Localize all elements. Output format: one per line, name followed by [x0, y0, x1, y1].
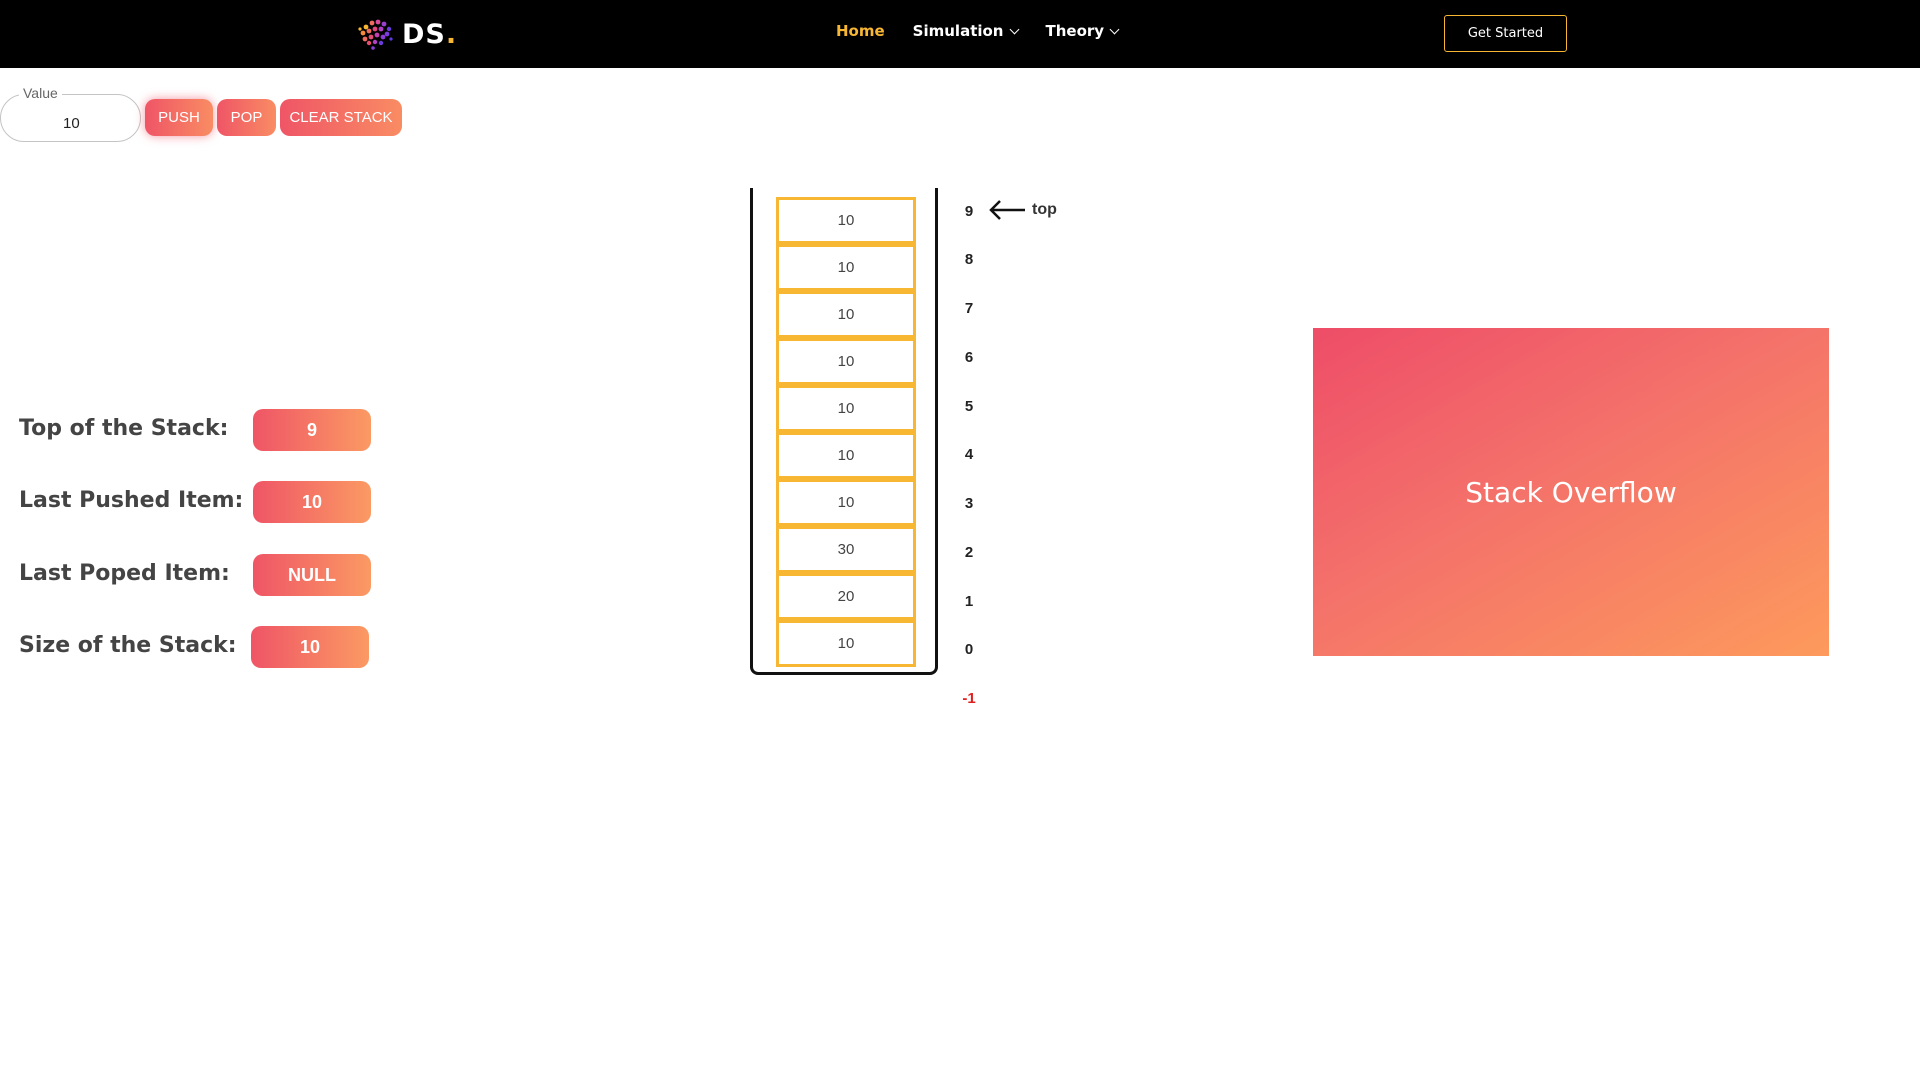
- chevron-down-icon: [1109, 24, 1120, 34]
- stack-cell: 20: [776, 573, 916, 620]
- stack-index-empty: -1: [962, 690, 976, 707]
- nav-theory-label: Theory: [1045, 22, 1105, 40]
- value-field-label: Value: [19, 85, 62, 101]
- nav-home-label: Home: [836, 22, 885, 40]
- stack-overflow-message: Stack Overflow: [1465, 475, 1677, 509]
- nav-links: Home Simulation Theory: [836, 22, 1120, 40]
- stack-cell: 10: [776, 197, 916, 244]
- stack-cell: 10: [776, 385, 916, 432]
- stack-container: 10 10 10 10 10 10 10 30 20 10: [750, 188, 938, 675]
- chevron-down-icon: [1009, 24, 1019, 34]
- logo[interactable]: DS.: [354, 14, 456, 54]
- last-pushed-label: Last Pushed Item:: [19, 488, 244, 513]
- clear-stack-button[interactable]: CLEAR STACK: [280, 99, 402, 136]
- stack-index: 2: [964, 544, 974, 561]
- nav-home[interactable]: Home: [836, 22, 885, 40]
- nav-simulation-label: Simulation: [912, 22, 1004, 40]
- stack-size-badge: 10: [251, 626, 369, 668]
- stack-index: 0: [964, 641, 974, 658]
- top-of-stack-badge: 9: [253, 409, 371, 451]
- stack-cell: 10: [776, 620, 916, 667]
- stack-index: 6: [964, 349, 974, 366]
- push-button[interactable]: PUSH: [145, 99, 213, 136]
- stack-cell: 10: [776, 338, 916, 385]
- nav-theory[interactable]: Theory: [1045, 22, 1120, 40]
- stack-index: 1: [964, 593, 974, 610]
- brain-logo-icon: [358, 19, 393, 50]
- stack-index: 7: [964, 300, 974, 317]
- top-of-stack-label: Top of the Stack:: [19, 416, 229, 441]
- top-pointer-label: top: [1032, 201, 1057, 218]
- stack-index: 5: [964, 398, 974, 415]
- last-pushed-badge: 10: [253, 481, 371, 523]
- top-pointer: top: [988, 198, 1057, 222]
- get-started-button[interactable]: Get Started: [1444, 15, 1567, 52]
- stack-cell: 10: [776, 244, 916, 291]
- stack-size-label: Size of the Stack:: [19, 633, 237, 658]
- value-input[interactable]: [1, 115, 142, 132]
- value-field[interactable]: Value: [0, 85, 142, 142]
- stack-cell: 10: [776, 291, 916, 338]
- stack-index: 3: [964, 495, 974, 512]
- last-popped-badge: NULL: [253, 554, 371, 596]
- arrow-left-icon: [989, 200, 1025, 220]
- stack-cell: 10: [776, 432, 916, 479]
- stack-index: 4: [964, 446, 974, 463]
- stack-overflow-panel: Stack Overflow: [1313, 328, 1829, 656]
- stack-cell: 10: [776, 479, 916, 526]
- stack-index: 8: [964, 251, 974, 268]
- navbar: DS. Home Simulation Theory Get Started: [0, 0, 1920, 68]
- pop-button[interactable]: POP: [217, 99, 276, 136]
- nav-simulation[interactable]: Simulation: [912, 22, 1019, 40]
- logo-dot: .: [445, 18, 457, 50]
- last-popped-label: Last Poped Item:: [19, 561, 230, 586]
- stack-cell: 30: [776, 526, 916, 573]
- stack-index: 9: [964, 203, 974, 220]
- logo-text: DS: [402, 18, 446, 50]
